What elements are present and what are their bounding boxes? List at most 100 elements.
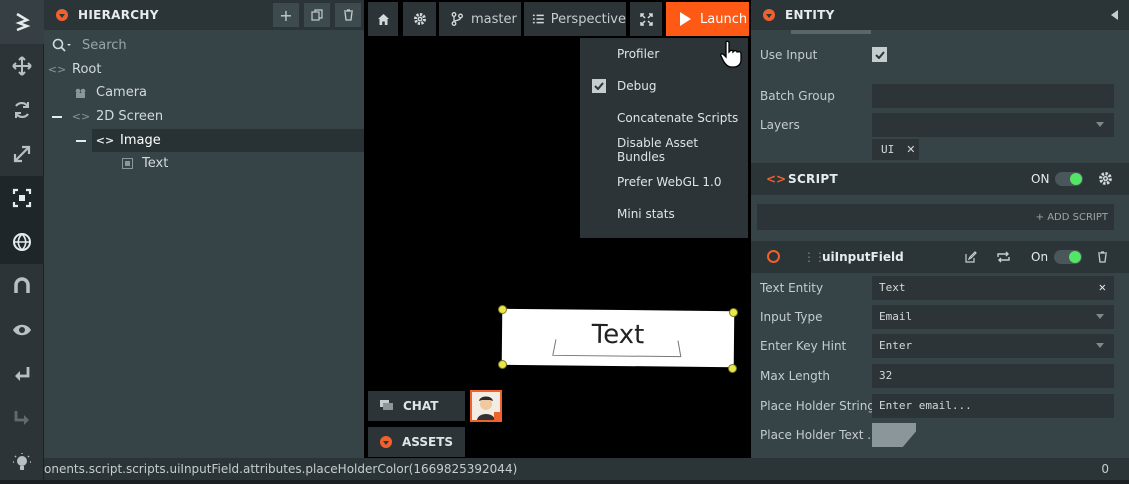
tree-item-camera[interactable]: Camera bbox=[74, 81, 364, 104]
trash-icon[interactable] bbox=[1097, 251, 1108, 263]
search-input[interactable]: Search bbox=[82, 38, 127, 53]
max-length-input[interactable]: 32 bbox=[872, 363, 1114, 388]
branch-icon bbox=[451, 12, 463, 26]
hierarchy-header: HIERARCHY + bbox=[44, 0, 364, 30]
clear-icon[interactable]: ✕ bbox=[1099, 280, 1106, 294]
focus-eye-icon[interactable] bbox=[0, 308, 44, 352]
hand-cursor-icon bbox=[720, 40, 742, 68]
viewport[interactable]: master Perspective Launch Profiler Debug… bbox=[364, 0, 751, 458]
resize-handle-bottom-right[interactable] bbox=[728, 364, 737, 373]
hierarchy-title: HIERARCHY bbox=[78, 8, 159, 22]
camera-mode-button[interactable]: Perspective bbox=[524, 2, 626, 36]
add-script-field[interactable]: + ADD SCRIPT bbox=[757, 204, 1114, 230]
layers-row: Layers bbox=[751, 110, 1129, 139]
entity-icon: <> bbox=[71, 110, 91, 123]
chevron-down-icon bbox=[1096, 342, 1104, 348]
edit-script-icon[interactable] bbox=[965, 251, 977, 263]
gear-icon[interactable] bbox=[1098, 171, 1113, 186]
placeholder-string-input[interactable]: Enter email... bbox=[872, 393, 1114, 418]
fullscreen-button[interactable] bbox=[630, 2, 662, 36]
resize-element-icon[interactable] bbox=[0, 176, 44, 220]
layers-select[interactable] bbox=[872, 112, 1114, 137]
fullscreen-icon bbox=[639, 12, 653, 26]
camera-icon bbox=[74, 88, 88, 98]
tree-item-root[interactable]: <> Root bbox=[48, 58, 364, 81]
branch-button[interactable]: master bbox=[439, 2, 521, 36]
text-entity-picker[interactable]: Text ✕ bbox=[872, 275, 1114, 300]
trash-icon bbox=[343, 9, 353, 21]
enter-key-hint-select[interactable]: Enter bbox=[872, 333, 1114, 358]
add-script-label: + ADD SCRIPT bbox=[1035, 211, 1108, 223]
batch-group-row: Batch Group bbox=[751, 81, 1129, 110]
entity-title: ENTITY bbox=[785, 8, 835, 22]
attr-value: Enter email... bbox=[879, 399, 972, 412]
collapse-panel-icon[interactable] bbox=[763, 9, 775, 21]
status-path: onents.script.scripts.uiInputField.attri… bbox=[44, 462, 518, 476]
chevron-down-icon bbox=[1096, 121, 1104, 127]
menu-item-prefer-webgl1[interactable]: Prefer WebGL 1.0 bbox=[580, 166, 748, 198]
translate-icon[interactable] bbox=[0, 44, 44, 88]
canvas-text-element: Text bbox=[591, 319, 645, 351]
menu-item-label: Debug bbox=[617, 79, 657, 93]
menu-item-disable-asset-bundles[interactable]: Disable Asset Bundles bbox=[580, 134, 748, 166]
menu-item-mini-stats[interactable]: Mini stats bbox=[580, 198, 748, 230]
placeholder-color-swatch[interactable] bbox=[872, 423, 916, 447]
tree-item-text[interactable]: Text bbox=[120, 152, 364, 175]
input-type-select[interactable]: Email bbox=[872, 304, 1114, 329]
use-input-checkbox[interactable] bbox=[872, 47, 887, 62]
attr-label: Input Type bbox=[760, 309, 823, 324]
attr-row-enter-key-hint: Enter Key Hint Enter bbox=[751, 331, 1129, 360]
attr-row-max-length: Max Length 32 bbox=[751, 361, 1129, 390]
script-instance-toggle[interactable] bbox=[1054, 250, 1082, 264]
tree-item-image[interactable]: <> Image bbox=[92, 129, 364, 152]
collapse-assets-icon bbox=[380, 436, 392, 448]
resize-handle-top-right[interactable] bbox=[729, 308, 738, 317]
attr-row-placeholder-string: Place Holder String Enter email... bbox=[751, 391, 1129, 420]
resize-handle-bottom-left[interactable] bbox=[498, 360, 507, 369]
batch-group-select[interactable] bbox=[872, 83, 1114, 108]
rotate-icon[interactable] bbox=[0, 88, 44, 132]
hierarchy-search[interactable]: Search bbox=[44, 30, 364, 60]
attr-label: Place Holder String bbox=[760, 398, 875, 413]
collapse-2d-screen-icon[interactable] bbox=[52, 116, 62, 118]
collapse-image-icon[interactable] bbox=[76, 140, 86, 142]
panel-collapse-arrow-icon[interactable] bbox=[1111, 10, 1119, 20]
tree-item-label: Camera bbox=[96, 85, 148, 100]
delete-entity-button[interactable] bbox=[335, 3, 361, 27]
duplicate-entity-button[interactable] bbox=[304, 3, 330, 27]
assets-tab[interactable]: ASSETS bbox=[368, 427, 465, 457]
branch-label: master bbox=[471, 11, 517, 27]
undo-icon[interactable] bbox=[0, 352, 44, 396]
chat-tab[interactable]: CHAT bbox=[368, 391, 465, 421]
script-enabled-toggle[interactable] bbox=[1055, 172, 1083, 186]
lightbulb-icon[interactable] bbox=[0, 440, 44, 484]
attr-label: Place Holder Text ... bbox=[760, 427, 879, 442]
launch-button[interactable]: Launch bbox=[666, 2, 749, 36]
entity-header: ENTITY bbox=[751, 0, 1129, 30]
add-entity-button[interactable]: + bbox=[273, 3, 299, 27]
checkbox-checked-icon[interactable] bbox=[592, 79, 606, 93]
menu-item-concatenate-scripts[interactable]: Concatenate Scripts bbox=[580, 102, 748, 134]
tree-item-label: 2D Screen bbox=[96, 109, 164, 124]
menu-item-debug[interactable]: Debug bbox=[580, 70, 748, 102]
tree-item-2d-screen[interactable]: <> 2D Screen bbox=[71, 105, 364, 128]
world-coordinates-icon[interactable] bbox=[0, 220, 44, 264]
scale-icon[interactable] bbox=[0, 132, 44, 176]
snap-magnet-icon[interactable] bbox=[0, 264, 44, 308]
collapse-script-icon[interactable] bbox=[767, 250, 780, 263]
selected-image-element[interactable]: Text bbox=[501, 308, 735, 368]
settings-button[interactable] bbox=[403, 2, 436, 36]
resize-handle-top-left[interactable] bbox=[498, 305, 507, 314]
redo-icon[interactable] bbox=[0, 396, 44, 440]
remove-layer-icon[interactable]: ✕ bbox=[906, 143, 915, 156]
playcanvas-logo-icon[interactable] bbox=[0, 0, 44, 44]
layer-tag-ui: UI ✕ bbox=[872, 139, 919, 160]
swap-script-icon[interactable] bbox=[997, 251, 1010, 263]
attr-value: Text bbox=[879, 281, 906, 294]
user-avatar[interactable] bbox=[470, 390, 502, 422]
home-button[interactable] bbox=[368, 2, 398, 36]
use-input-label: Use Input bbox=[760, 47, 818, 62]
play-icon bbox=[680, 12, 691, 26]
collapse-panel-icon[interactable] bbox=[56, 9, 68, 21]
attr-row-input-type: Input Type Email bbox=[751, 302, 1129, 331]
